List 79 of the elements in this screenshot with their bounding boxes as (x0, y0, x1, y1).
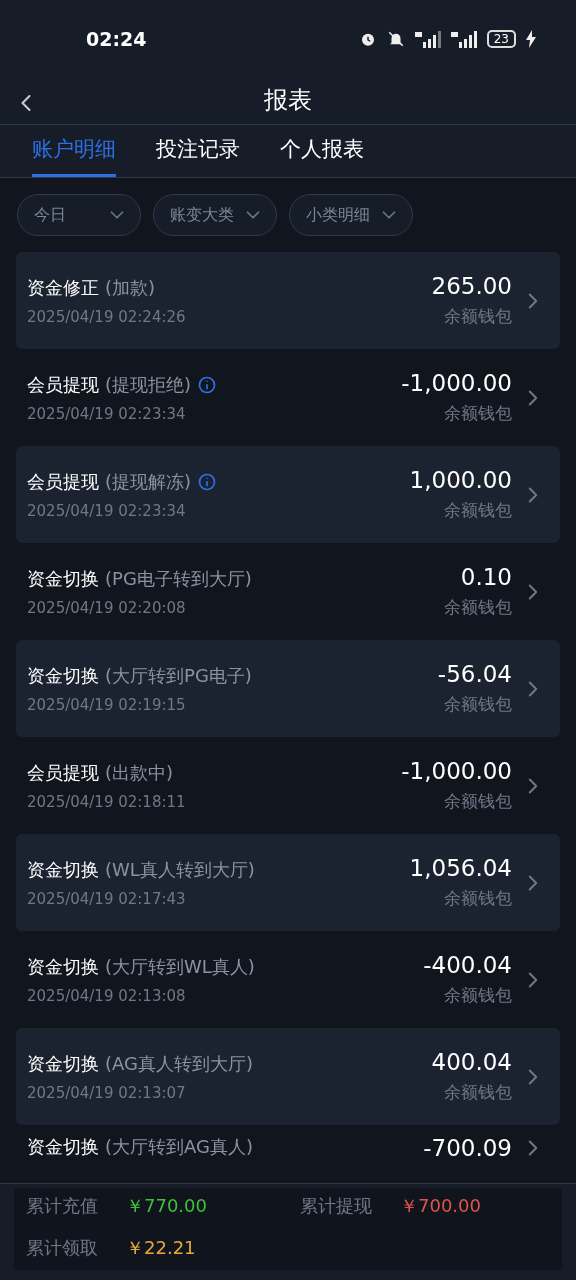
summary-label: 累计充值 (26, 1194, 98, 1218)
record-amount: 0.10 (460, 564, 512, 590)
record-detail: (加款) (105, 275, 156, 300)
wallet-name: 余额钱包 (444, 887, 512, 910)
record-type: 资金切换 (27, 954, 99, 979)
record-type: 会员提现 (27, 372, 99, 397)
record-type: 资金切换 (27, 857, 99, 882)
record-row[interactable]: 会员提现 (出款中) 2025/04/19 02:18:11 -1,000.00 余额钱包 (16, 737, 560, 834)
record-time: 2025/04/19 02:17:43 (27, 889, 187, 908)
tab[interactable]: 投注记录 (156, 124, 240, 177)
wallet-name: 余额钱包 (444, 1081, 512, 1104)
record-amount: -400.04 (423, 952, 512, 978)
record-detail: (大厅转到WL真人) (105, 954, 255, 979)
record-detail: (WL真人转到大厅) (105, 857, 255, 882)
record-type: 会员提现 (27, 760, 99, 785)
record-row[interactable]: 会员提现 (提现拒绝) 2025/04/19 02:23:34 -1,000.00 余额钱包 (16, 349, 560, 446)
record-type: 资金切换 (27, 1051, 99, 1076)
record-amount: -56.04 (437, 661, 512, 687)
wallet-name: 余额钱包 (444, 693, 512, 716)
wallet-name: 余额钱包 (444, 790, 512, 813)
record-amount: -700.09 (423, 1135, 512, 1161)
record-amount: 265.00 (431, 273, 512, 299)
muted-bell-icon (386, 29, 405, 48)
battery-level: 23 (486, 29, 516, 48)
filter-dropdown[interactable]: 账变大类 (153, 194, 277, 236)
record-type: 资金切换 (27, 566, 99, 591)
record-time: 2025/04/19 02:23:34 (27, 501, 187, 520)
record-detail: (大厅转到PG电子) (105, 663, 252, 688)
status-time: 02:24 (86, 27, 147, 50)
record-row[interactable]: 资金切换 (大厅转到WL真人) 2025/04/19 02:13:08 -400.04 余额钱包 (16, 931, 560, 1028)
record-detail: (大厅转到AG真人) (105, 1135, 253, 1159)
summary-label: 累计领取 (26, 1236, 98, 1260)
record-detail: (AG真人转到大厅) (105, 1051, 253, 1076)
info-icon[interactable] (197, 471, 218, 492)
charging-icon (526, 29, 536, 48)
record-row[interactable]: 会员提现 (提现解冻) 2025/04/19 02:23:34 1,000.00 余额钱包 (16, 446, 560, 543)
record-type: 资金切换 (27, 663, 99, 688)
record-time: 2025/04/19 02:13:07 (27, 1083, 187, 1102)
record-type: 资金切换 (27, 1135, 99, 1159)
filter-dropdown[interactable]: 今日 (17, 194, 141, 236)
record-row[interactable]: 资金切换 (大厅转到AG真人) -700.09 (16, 1125, 560, 1183)
summary-label: 累计提现 (300, 1194, 372, 1218)
wallet-name: 余额钱包 (444, 305, 512, 328)
tab[interactable]: 个人报表 (280, 124, 364, 177)
info-icon[interactable] (197, 374, 218, 395)
record-time: 2025/04/19 02:19:15 (27, 695, 187, 714)
record-detail: (提现解冻) (105, 469, 192, 494)
signal-icon (450, 29, 477, 48)
record-time: 2025/04/19 02:13:08 (27, 986, 187, 1005)
record-row[interactable]: 资金切换 (PG电子转到大厅) 2025/04/19 02:20:08 0.10 余额钱包 (16, 543, 560, 640)
record-time: 2025/04/19 02:23:34 (27, 404, 187, 423)
record-row[interactable]: 资金切换 (AG真人转到大厅) 2025/04/19 02:13:07 400.04 余额钱包 (16, 1028, 560, 1125)
filter-dropdown[interactable]: 小类明细 (289, 194, 413, 236)
record-amount: -1,000.00 (401, 370, 512, 396)
record-time: 2025/04/19 02:24:26 (27, 307, 187, 326)
record-row[interactable]: 资金切换 (大厅转到PG电子) 2025/04/19 02:19:15 -56.04 余额钱包 (16, 640, 560, 737)
tab[interactable]: 账户明细 (32, 124, 116, 177)
summary-value: ￥770.00 (126, 1194, 207, 1218)
wallet-name: 余额钱包 (444, 984, 512, 1007)
record-type: 会员提现 (27, 469, 99, 494)
record-detail: (PG电子转到大厅) (105, 566, 252, 591)
record-amount: 1,000.00 (409, 467, 512, 493)
record-time: 2025/04/19 02:20:08 (27, 598, 187, 617)
summary-value: ￥22.21 (126, 1236, 196, 1260)
record-row[interactable]: 资金切换 (WL真人转到大厅) 2025/04/19 02:17:43 1,056.04 余额钱包 (16, 834, 560, 931)
record-amount: 1,056.04 (409, 855, 512, 881)
wallet-name: 余额钱包 (444, 402, 512, 425)
record-time: 2025/04/19 02:18:11 (27, 792, 187, 811)
summary-value: ￥700.00 (400, 1194, 481, 1218)
wallet-name: 余额钱包 (444, 499, 512, 522)
record-row[interactable]: 资金修正 (加款) 2025/04/19 02:24:26 265.00 余额钱包 (16, 252, 560, 349)
record-amount: -1,000.00 (401, 758, 512, 784)
signal-icon (414, 29, 441, 48)
record-detail: (提现拒绝) (105, 372, 192, 397)
wallet-name: 余额钱包 (444, 596, 512, 619)
record-detail: (出款中) (105, 760, 174, 785)
record-type: 资金修正 (27, 275, 99, 300)
page-title: 报表 (264, 85, 312, 117)
record-amount: 400.04 (431, 1049, 512, 1075)
